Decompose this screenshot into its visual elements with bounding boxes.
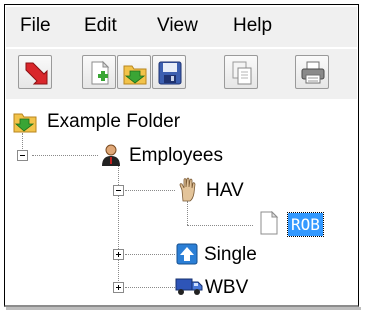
red-down-arrow-icon [25,62,48,85]
collapse-toggle-hav[interactable] [113,185,124,196]
tree-node-hav[interactable]: HAV [206,180,244,202]
tree-node-example-folder[interactable]: Example Folder [47,111,180,133]
tree-node-single[interactable]: Single [204,244,257,266]
app-window: File Edit View Help Example Folder Emplo… [4,4,359,307]
hand-icon [179,177,196,202]
document-icon [260,211,279,235]
menu-view[interactable]: View [157,15,198,37]
print-button[interactable] [295,55,329,89]
new-document-button[interactable] [82,55,116,89]
open-folder-icon [123,65,147,85]
tree-node-rob[interactable]: ROB [287,212,324,237]
expand-toggle-single[interactable] [113,249,124,260]
save-button[interactable] [152,55,186,89]
tree-line [125,254,175,255]
tree-line [125,287,175,288]
tree-line [32,155,98,156]
menu-help[interactable]: Help [233,15,272,37]
save-disk-icon [158,61,182,85]
copy-button[interactable] [224,55,258,89]
tree-line [187,201,188,225]
menu-bar: File Edit View Help [6,7,357,47]
tree-node-wbv[interactable]: WBV [205,277,248,299]
tree-line [187,225,253,226]
move-down-button[interactable] [18,55,52,89]
expand-toggle-wbv[interactable] [113,282,124,293]
open-folder-button[interactable] [117,55,151,89]
tree-line [125,190,175,191]
folder-icon [13,113,37,133]
toolbar [6,49,357,99]
upload-arrow-icon [176,243,198,265]
person-icon [102,144,120,166]
tree-line [118,165,119,289]
printer-icon [301,61,325,84]
window-shadow [6,307,361,310]
copy-document-icon [232,61,252,85]
menu-file[interactable]: File [20,15,51,37]
tree-view[interactable]: Example Folder Employees HAV ROB Single [5,103,358,303]
collapse-toggle-employees[interactable] [17,150,28,161]
menu-edit[interactable]: Edit [84,15,117,37]
truck-icon [175,278,203,295]
new-document-icon [91,60,110,85]
tree-node-employees[interactable]: Employees [129,145,223,167]
